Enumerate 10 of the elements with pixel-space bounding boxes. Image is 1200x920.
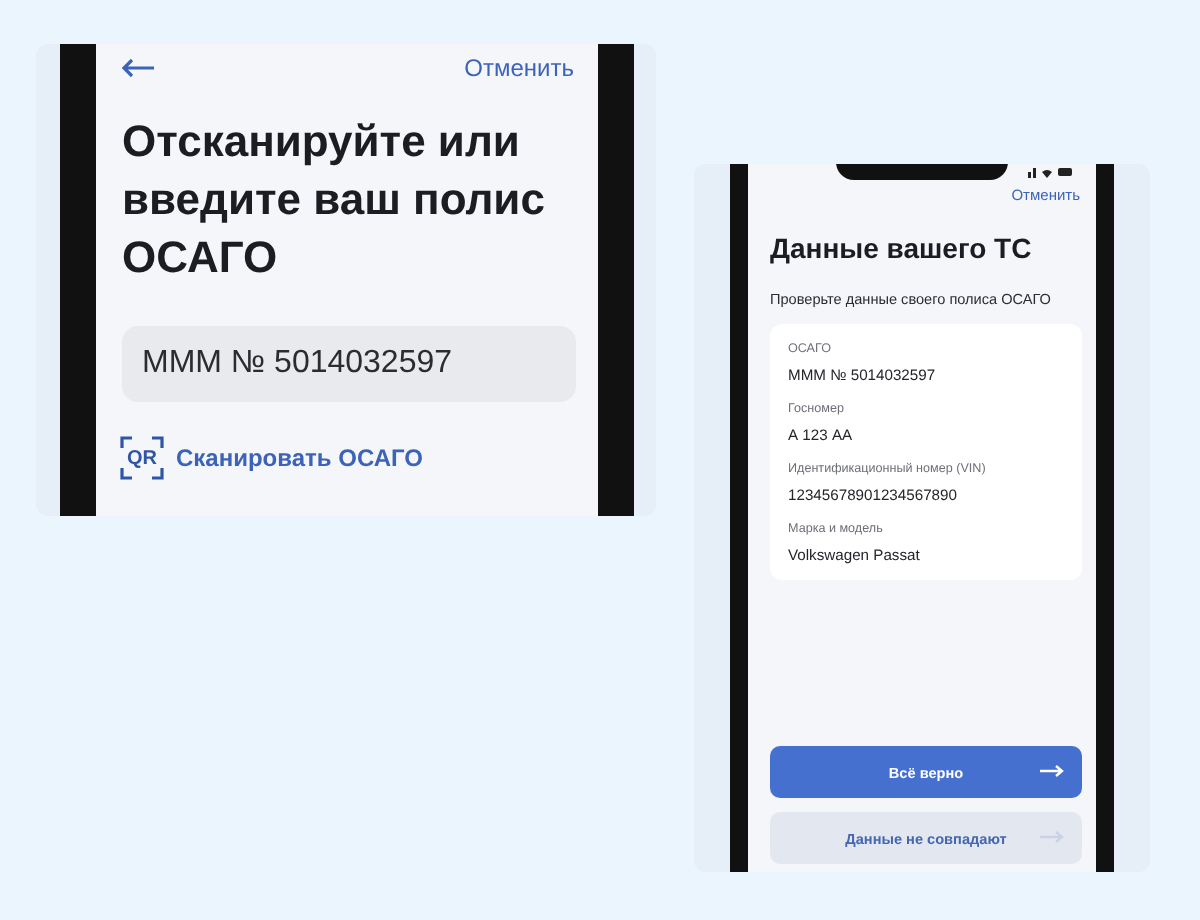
scan-button[interactable]: QR Сканировать ОСАГО [120,436,598,480]
status-icons [1028,166,1072,178]
policy-field[interactable]: МММ № 5014032597 [122,326,576,402]
scan-frame-icon [120,436,164,480]
screen-title: Данные вашего ТС [768,230,1034,264]
cancel-link[interactable]: Отменить [464,54,574,82]
arrow-icon [1040,830,1064,844]
screen-title: Отсканируйте или введите ваш полис ОСАГО [120,114,547,286]
back-arrow-icon[interactable] [120,58,156,78]
arrow-icon [1040,764,1064,778]
